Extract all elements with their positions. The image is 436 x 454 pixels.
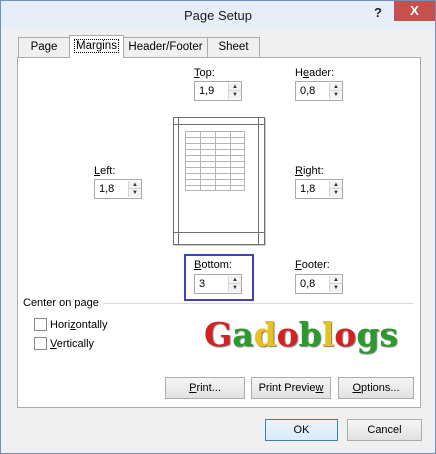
- spin-up-icon[interactable]: ▲: [330, 276, 342, 284]
- header-label-rest: ader:: [309, 67, 335, 79]
- spin-down-icon[interactable]: ▼: [330, 91, 342, 99]
- tab-header-footer[interactable]: Header/Footer: [123, 37, 208, 57]
- horizontally-checkbox[interactable]: [34, 318, 47, 331]
- grid-line: [244, 131, 245, 191]
- spin-up-icon[interactable]: ▲: [129, 181, 141, 189]
- vertically-label-rest: ertically: [56, 338, 95, 350]
- help-button[interactable]: ?: [369, 3, 387, 23]
- watermark-letter: s: [379, 315, 398, 354]
- cancel-button[interactable]: Cancel: [347, 419, 422, 441]
- tab-page[interactable]: Page: [18, 37, 70, 57]
- right-label-key: R: [295, 165, 303, 177]
- ok-button[interactable]: OK: [265, 419, 338, 441]
- spin-down-icon[interactable]: ▼: [330, 189, 342, 197]
- vertically-label[interactable]: Vertically: [50, 338, 94, 350]
- preview-cell-grid: [185, 131, 245, 191]
- grid-line: [185, 131, 186, 191]
- right-margin-value[interactable]: 1,8: [300, 183, 315, 195]
- tab-margins[interactable]: Margins: [69, 35, 124, 58]
- gadoblogs-watermark: Gadoblogs: [204, 315, 398, 354]
- header-label-pre: H: [295, 67, 303, 79]
- footer-spin-buttons: ▲ ▼: [329, 276, 342, 292]
- bottom-margin-spinner[interactable]: 3 ▲ ▼: [194, 274, 242, 294]
- watermark-letter: a: [232, 315, 254, 354]
- header-margin-value[interactable]: 0,8: [300, 85, 315, 97]
- options-label-rest: ptions...: [361, 382, 400, 394]
- spin-up-icon[interactable]: ▲: [229, 83, 241, 91]
- spin-down-icon[interactable]: ▼: [229, 91, 241, 99]
- group-divider: [103, 303, 413, 304]
- top-margin-value[interactable]: 1,9: [199, 85, 214, 97]
- bottom-label-rest: ottom:: [201, 259, 232, 271]
- footer-margin-spinner[interactable]: 0,8 ▲ ▼: [295, 274, 343, 294]
- footer-label-key: F: [295, 259, 302, 271]
- bottom-label: Bottom:: [194, 259, 232, 271]
- spin-down-icon[interactable]: ▼: [330, 284, 342, 292]
- options-button[interactable]: Options...: [338, 377, 414, 399]
- close-icon: X: [410, 3, 419, 18]
- print-label-rest: rint...: [196, 382, 221, 394]
- spin-up-icon[interactable]: ▲: [330, 83, 342, 91]
- right-spin-buttons: ▲ ▼: [329, 181, 342, 197]
- title-bar: Page Setup ? X: [1, 1, 435, 30]
- spin-up-icon[interactable]: ▲: [229, 276, 241, 284]
- horizontally-label-pre: Hori: [50, 319, 71, 331]
- spin-up-icon[interactable]: ▲: [330, 181, 342, 189]
- tab-sheet[interactable]: Sheet: [207, 37, 260, 57]
- right-label-rest: ight:: [302, 165, 324, 177]
- watermark-letter: G: [204, 315, 233, 354]
- top-spin-buttons: ▲ ▼: [228, 83, 241, 99]
- left-label: Left:: [94, 165, 115, 177]
- tab-margins-label: Margins: [74, 39, 119, 53]
- header-spin-buttons: ▲ ▼: [329, 83, 342, 99]
- grid-line: [230, 131, 231, 191]
- horizontally-label[interactable]: Horizontally: [50, 319, 107, 331]
- watermark-letter: g: [356, 315, 380, 354]
- grid-line: [200, 131, 201, 191]
- bottom-margin-value[interactable]: 3: [199, 278, 205, 290]
- footer-label-rest: ooter:: [301, 259, 330, 271]
- close-button[interactable]: X: [394, 1, 435, 21]
- watermark-letter: b: [298, 315, 322, 354]
- top-margin-spinner[interactable]: 1,9 ▲ ▼: [194, 81, 242, 101]
- watermark-letter: o: [334, 315, 357, 354]
- right-margin-spinner[interactable]: 1,8 ▲ ▼: [295, 179, 343, 199]
- page-setup-dialog: Page Setup ? X Page Margins Header/Foote…: [0, 0, 436, 454]
- left-margin-guide: [178, 118, 179, 244]
- left-margin-value[interactable]: 1,8: [99, 183, 114, 195]
- top-label: Top:: [194, 67, 215, 79]
- print-preview-label-key: w: [315, 382, 324, 394]
- options-label-key: O: [352, 382, 362, 394]
- bottom-spin-buttons: ▲ ▼: [228, 276, 241, 292]
- left-margin-spinner[interactable]: 1,8 ▲ ▼: [94, 179, 142, 199]
- left-spin-buttons: ▲ ▼: [128, 181, 141, 197]
- footer-label: Footer:: [295, 259, 330, 271]
- footer-margin-value[interactable]: 0,8: [300, 278, 315, 290]
- header-label: Header:: [295, 67, 334, 79]
- header-guide: [174, 124, 264, 125]
- print-preview-label-pre: Print Previe: [258, 382, 316, 394]
- footer-guide: [174, 232, 264, 233]
- right-label: Right:: [295, 165, 324, 177]
- watermark-letter: d: [253, 315, 277, 354]
- watermark-letter: l: [321, 315, 335, 354]
- left-label-rest: eft:: [100, 165, 116, 177]
- print-preview-button[interactable]: Print Preview: [251, 377, 331, 399]
- spin-down-icon[interactable]: ▼: [129, 189, 141, 197]
- page-preview: [173, 117, 265, 245]
- horizontally-label-rest: ontally: [75, 319, 108, 331]
- header-margin-spinner[interactable]: 0,8 ▲ ▼: [295, 81, 343, 101]
- vertically-label-key: V: [50, 338, 57, 350]
- top-label-rest: op:: [199, 67, 215, 79]
- spin-down-icon[interactable]: ▼: [229, 284, 241, 292]
- watermark-letter: o: [276, 315, 299, 354]
- vertically-checkbox[interactable]: [34, 337, 47, 350]
- grid-line: [215, 131, 216, 191]
- print-button[interactable]: Print...: [165, 377, 245, 399]
- center-on-page-label: Center on page: [23, 297, 99, 309]
- right-margin-guide: [258, 118, 259, 244]
